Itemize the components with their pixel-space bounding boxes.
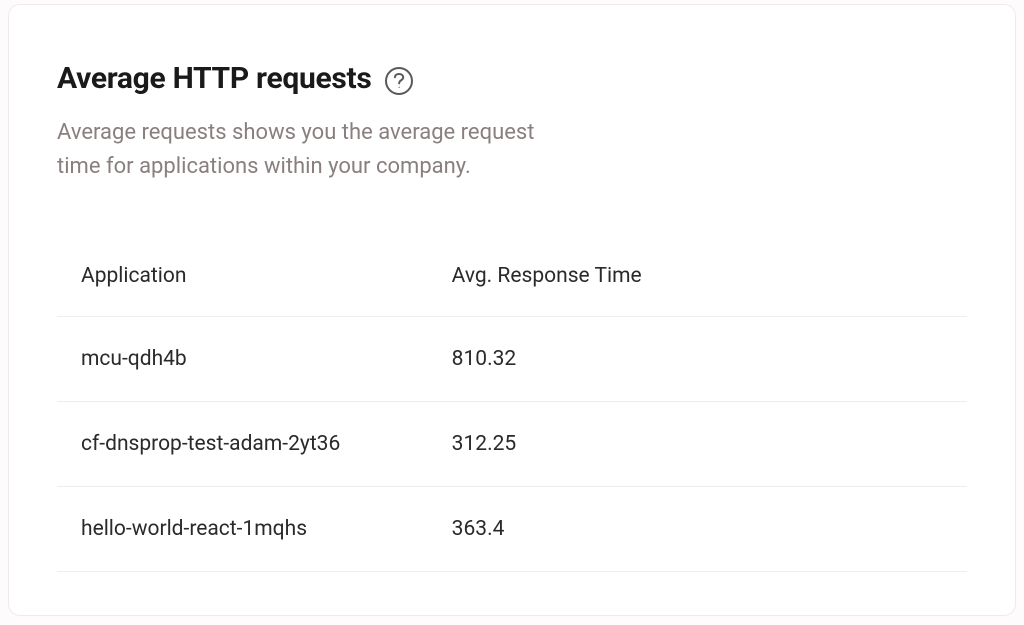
table-row: cf-dnsprop-test-adam-2yt36 312.25 (57, 402, 967, 487)
cell-response-time: 312.25 (452, 432, 943, 456)
card-header: Average HTTP requests (57, 61, 967, 96)
applications-table: Application Avg. Response Time mcu-qdh4b… (57, 240, 967, 572)
card-title: Average HTTP requests (57, 61, 371, 96)
col-header-application: Application (81, 264, 452, 288)
col-header-response-time: Avg. Response Time (452, 264, 943, 288)
metrics-card: Average HTTP requests Average requests s… (8, 4, 1016, 616)
cell-application: cf-dnsprop-test-adam-2yt36 (81, 432, 452, 456)
table-header-row: Application Avg. Response Time (57, 240, 967, 317)
help-icon[interactable] (385, 67, 413, 95)
cell-response-time: 363.4 (452, 517, 943, 541)
cell-response-time: 810.32 (452, 347, 943, 371)
cell-application: mcu-qdh4b (81, 347, 452, 371)
cell-application: hello-world-react-1mqhs (81, 517, 452, 541)
table-row: hello-world-react-1mqhs 363.4 (57, 487, 967, 572)
table-row: mcu-qdh4b 810.32 (57, 317, 967, 402)
card-description: Average requests shows you the average r… (57, 116, 577, 184)
